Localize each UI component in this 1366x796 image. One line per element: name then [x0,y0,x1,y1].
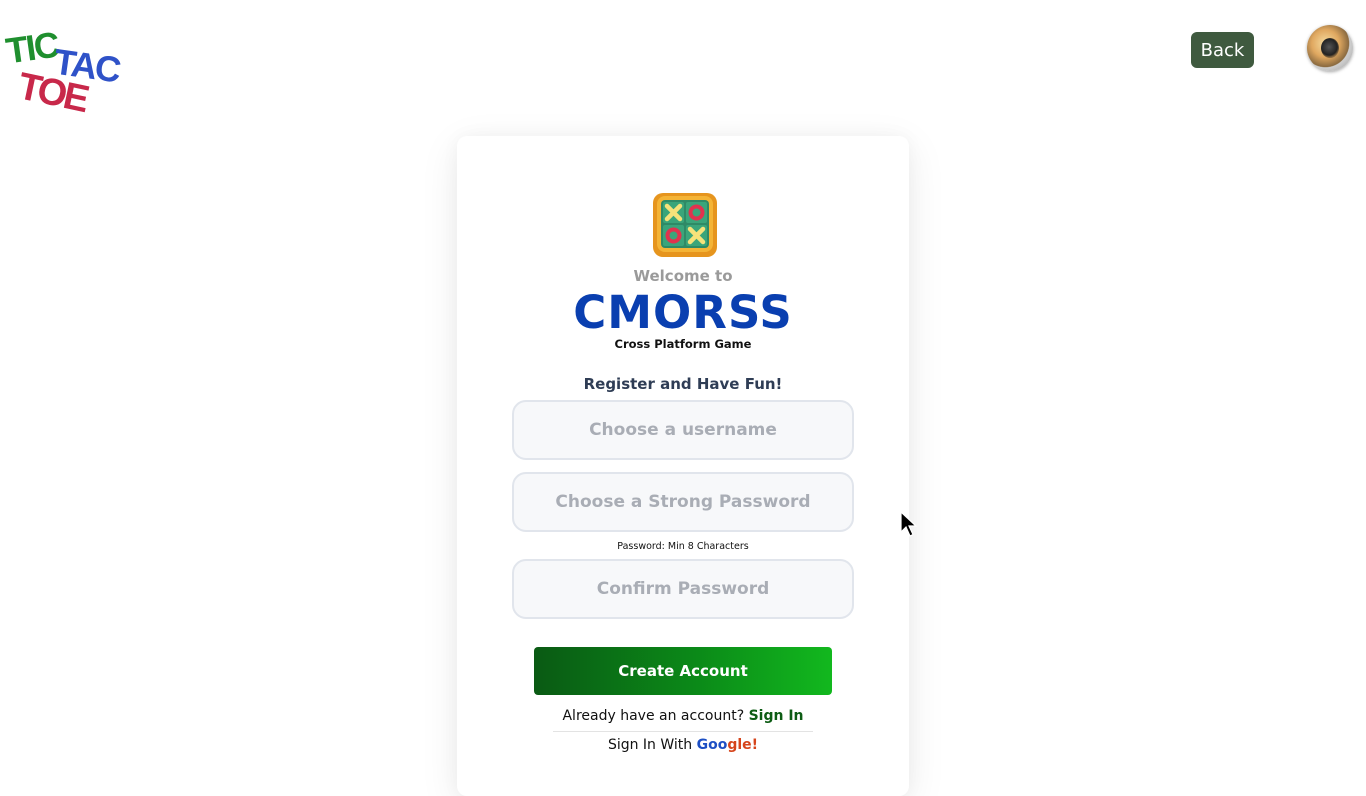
signin-link[interactable]: Sign In [749,708,804,724]
password-hint: Password: Min 8 Characters [617,541,749,552]
mouse-cursor-icon [900,511,918,537]
logo-tic: TIC [3,23,61,72]
google-signin-link[interactable]: Google! [697,737,758,753]
confirm-password-input[interactable] [512,559,854,619]
register-heading: Register and Have Fun! [583,375,783,393]
tic-tac-toe-logo: TIC TAC TOE [3,23,122,126]
welcome-text: Welcome to [633,267,733,285]
create-account-button[interactable]: Create Account [534,647,832,695]
tagline: Cross Platform Game [614,337,752,351]
have-account-text: Already have an account? [562,708,745,724]
username-input[interactable] [512,400,854,460]
speaker-cone [1321,38,1339,58]
back-button[interactable]: Back [1191,32,1254,68]
brand-title: CMORSS [573,286,793,339]
google-word-b: gle! [727,737,759,753]
register-card: Welcome to CMORSS Cross Platform Game Re… [457,136,909,796]
signin-row: Already have an account? Sign In [457,708,909,724]
divider [553,731,813,732]
password-input[interactable] [512,472,854,532]
tic-tac-toe-board-icon [653,193,717,257]
google-word-a: Goo [696,737,728,753]
google-prefix-text: Sign In With [607,737,693,753]
speaker-icon[interactable] [1307,25,1353,71]
google-signin-row: Sign In With Google! [457,737,909,753]
